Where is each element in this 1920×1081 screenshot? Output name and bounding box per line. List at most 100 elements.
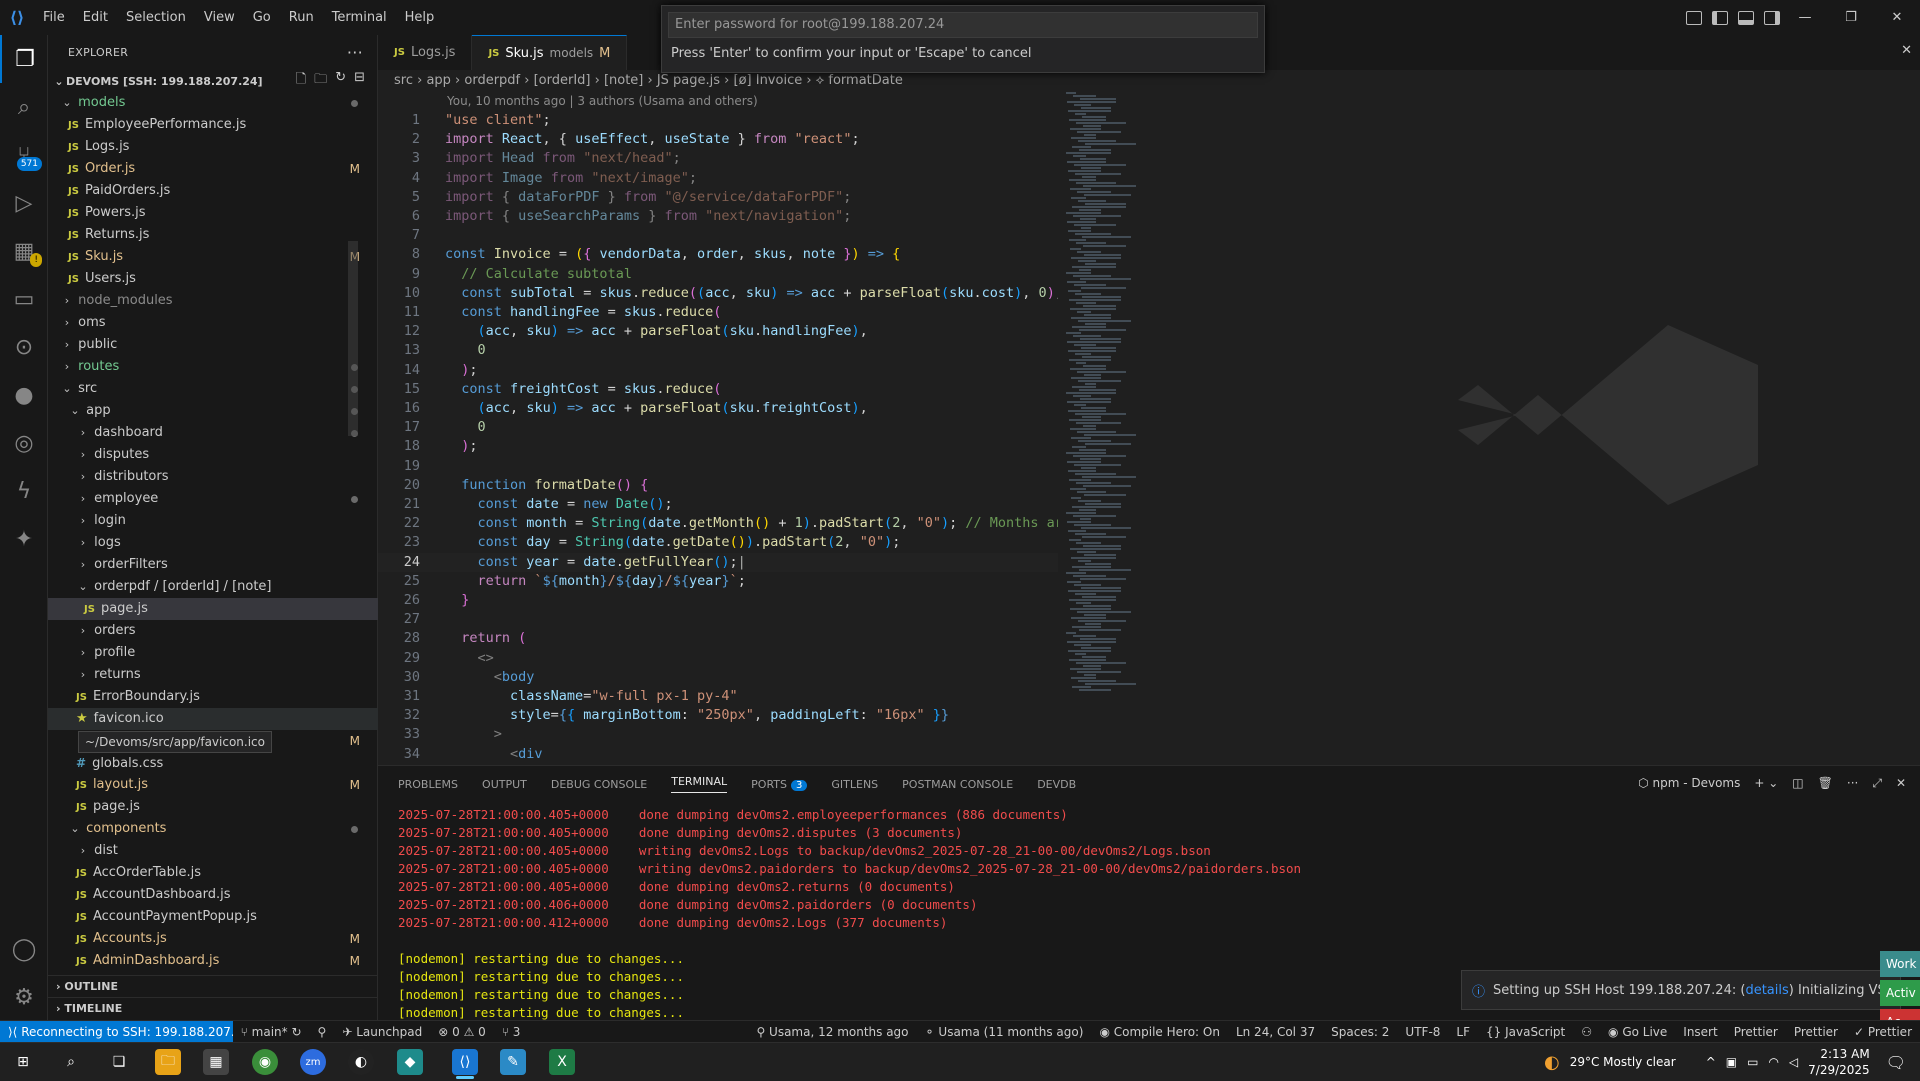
code-line[interactable]: 10 const subTotal = skus.reduce((acc, sk… [378,284,1058,303]
tree-folder[interactable]: › login [48,510,378,532]
tree-file[interactable]: ★ favicon.ico [48,708,378,730]
indentation-status[interactable]: Spaces: 2 [1323,1025,1397,1039]
restore-icon[interactable]: ❐ [1828,0,1874,35]
refresh-icon[interactable]: ↻ [335,70,346,92]
weather-widget[interactable]: 29°C Mostly clear [1570,1055,1676,1069]
code-line[interactable]: 12 (acc, sku) => acc + parseFloat(sku.ha… [378,322,1058,341]
tree-folder[interactable]: ⌄ app [48,400,378,422]
code-line[interactable]: 26 } [378,591,1058,610]
tree-file[interactable]: JS AccOrderTable.js [48,862,378,884]
notifications-icon[interactable]: 🗨 [1886,1053,1906,1072]
extensions-icon[interactable]: ▦! [0,227,48,275]
tree-folder[interactable]: › public [48,334,378,356]
tree-folder[interactable]: › oms [48,312,378,334]
battery-icon[interactable]: ▭ [1747,1055,1758,1069]
tree-folder[interactable]: › node_modules [48,290,378,312]
tree-folder[interactable]: › profile [48,642,378,664]
thunder-client-icon[interactable]: ϟ [0,467,48,515]
code-line[interactable]: 2 import React, { useEffect, useState } f… [378,130,1058,149]
tree-file[interactable]: JSSku.jsM [48,246,378,268]
code-line[interactable]: 33 > [378,725,1058,744]
go-live-button[interactable]: ◉ Go Live [1600,1025,1675,1039]
panel-tab-gitlens[interactable]: GITLENS [831,778,878,791]
panel-tab-terminal[interactable]: TERMINAL [671,775,728,793]
toggle-primary-sidebar-icon[interactable] [1712,10,1728,25]
tree-folder[interactable]: ⌄ models [48,92,378,114]
more-icon[interactable]: ··· [1847,776,1858,791]
gitlens-icon[interactable]: ⊙ [0,323,48,371]
code-line[interactable]: 20 function formatDate() { [378,476,1058,495]
toggle-secondary-sidebar-icon[interactable] [1764,10,1780,25]
code-line[interactable]: 31 className="w-full px-1 py-4" [378,687,1058,706]
cursor-position[interactable]: Ln 24, Col 37 [1228,1025,1323,1039]
remote-indicator[interactable]: ⟩⟨ Reconnecting to SSH: 199.188.207.24..… [0,1020,233,1043]
maximize-panel-icon[interactable]: ⤢ [1872,776,1882,791]
code-line[interactable]: 18 ); [378,437,1058,456]
notepad-icon[interactable]: ✎ [500,1049,526,1075]
terminal-output[interactable]: 2025-07-28T21:00:00.405+0000 done dumpin… [398,806,1301,1022]
new-file-icon[interactable]: 🗋 [296,70,306,92]
tree-file[interactable]: JS Returns.js [48,224,378,246]
tray-app-icon[interactable]: ▣ [1726,1055,1737,1069]
vscode-taskbar-icon[interactable]: ⟨⟩ [452,1049,478,1075]
gitlens-status-icon[interactable]: ⚲ [310,1025,335,1039]
clock[interactable]: 2:13 AM 7/29/2025 [1808,1046,1870,1078]
code-line[interactable]: 22 const month = String(date.getMonth() … [378,514,1058,533]
close-panel-icon[interactable]: ✕ [1896,776,1906,791]
tree-file[interactable]: JS Accounts.js M [48,928,378,950]
work-chip[interactable]: Work [1880,951,1920,977]
code-line[interactable]: 14 ); [378,361,1058,380]
zoom-icon[interactable]: zm [300,1049,326,1075]
menu-terminal[interactable]: Terminal [323,0,396,35]
code-line[interactable]: 13 0 [378,341,1058,360]
compile-hero-status[interactable]: ◉ Compile Hero: On [1091,1025,1228,1039]
panel-tab-ports[interactable]: PORTS 3 [751,778,808,791]
code-line[interactable]: 30 <body [378,668,1058,687]
tree-file[interactable]: JS page.js [48,598,378,620]
tree-folder[interactable]: › employee [48,488,378,510]
code-line[interactable]: 5 import { dataForPDF } from "@/service/d… [378,188,1058,207]
code-line[interactable]: 19 [378,457,1058,476]
code-line[interactable]: 3 import Head from "next/head"; [378,149,1058,168]
tree-file[interactable]: ~/Devoms/src/app/favicon.ico M [48,730,378,753]
new-terminal-icon[interactable]: + ⌄ [1754,776,1778,791]
prettier-status-1[interactable]: Prettier [1726,1025,1786,1039]
close-editor-icon[interactable]: ✕ [1901,43,1912,58]
more-actions-icon[interactable]: ··· [347,43,363,62]
insert-mode[interactable]: Insert [1675,1025,1725,1039]
code-line[interactable]: 24 const year = date.getFullYear();| [378,552,1058,572]
menu-file[interactable]: File [34,0,74,35]
wifi-icon[interactable]: ◠ [1768,1055,1778,1069]
code-line[interactable]: 32 style={{ marginBottom: "250px", paddi… [378,706,1058,725]
code-line[interactable]: 21 const date = new Date(); [378,495,1058,514]
remote-explorer-icon[interactable]: ▭ [0,275,48,323]
tree-folder[interactable]: › returns [48,664,378,686]
timeline-section[interactable]: › TIMELINE [48,997,378,1019]
panel-tab-output[interactable]: OUTPUT [482,778,527,791]
code-line[interactable]: 4 import Image from "next/image"; [378,169,1058,188]
store-icon[interactable]: ▦ [203,1049,229,1075]
postman-icon[interactable]: ● [0,371,48,419]
code-line[interactable]: 25 return `${month}/${day}/${year}`; [378,572,1058,591]
active-chip[interactable]: Activ [1880,980,1920,1006]
chrome-icon[interactable]: ◉ [252,1049,278,1075]
ports-status[interactable]: ⑂ 3 [494,1025,529,1039]
new-folder-icon[interactable]: 🗀 [314,70,327,92]
prettier-status-3[interactable]: ✓ Prettier [1846,1025,1920,1039]
problems-status[interactable]: ⊗ 0 ⚠ 0 [430,1025,494,1039]
code-line[interactable]: 29 <> [378,649,1058,668]
tree-file[interactable]: JS ErrorBoundary.js [48,686,378,708]
tree-folder[interactable]: › disputes [48,444,378,466]
tab-logs-js[interactable]: JS Logs.js [378,35,473,70]
source-control-icon[interactable]: ⑂ 571 [0,131,48,179]
explorer-icon[interactable]: ❐ [0,35,48,83]
code-line[interactable]: 23 const day = String(date.getDate()).pa… [378,533,1058,552]
launchpad-status[interactable]: ✈ Launchpad [334,1025,430,1039]
tree-file[interactable]: JS EmployeePerformance.js [48,114,378,136]
windows-start-icon[interactable]: ⊞ [10,1049,36,1075]
code-line[interactable]: 6 import { useSearchParams } from "next/n… [378,207,1058,226]
run-debug-icon[interactable]: ▷ [0,179,48,227]
excel-icon[interactable]: X [549,1049,575,1075]
tree-file[interactable]: JS Powers.js [48,202,378,224]
ssh-notification[interactable]: ⓘ Setting up SSH Host 199.188.207.24: (d… [1461,970,1901,1010]
